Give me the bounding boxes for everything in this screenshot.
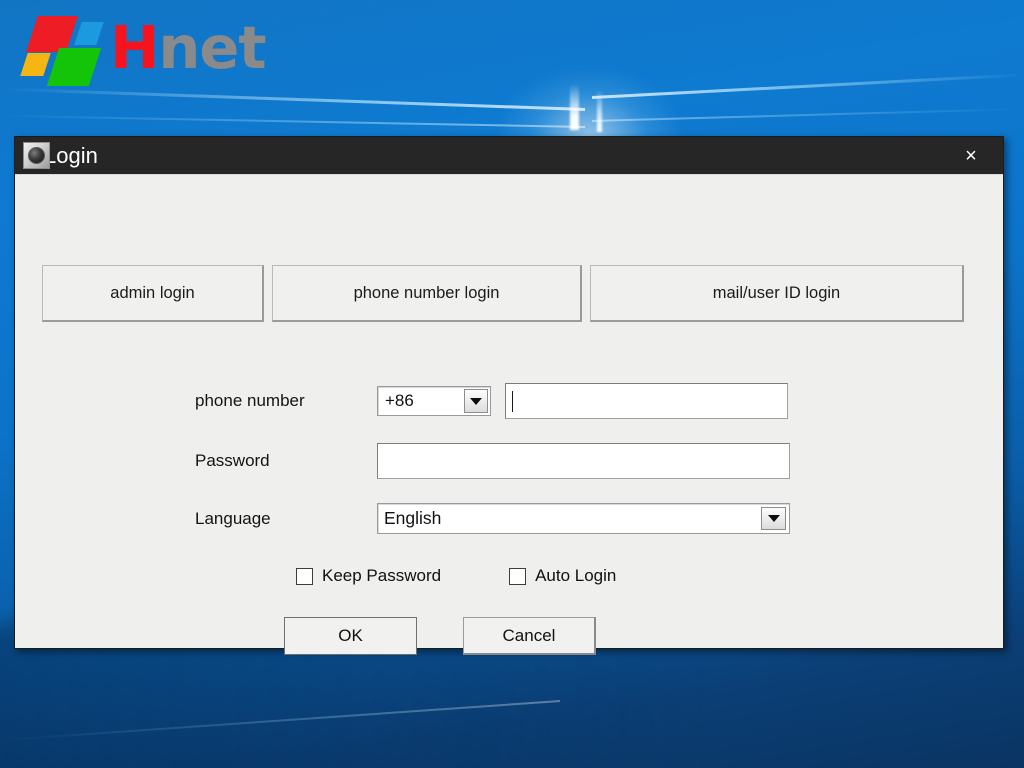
wallpaper-light-beam — [0, 115, 585, 128]
keep-password-checkbox[interactable]: Keep Password — [296, 566, 441, 586]
phone-number-row: phone number +86 — [195, 383, 788, 419]
cancel-button[interactable]: Cancel — [463, 617, 596, 655]
chevron-down-icon[interactable] — [464, 389, 488, 413]
dialog-action-buttons: OK Cancel — [284, 617, 596, 655]
auto-login-checkbox[interactable]: Auto Login — [509, 566, 616, 586]
phone-number-input[interactable] — [505, 383, 788, 419]
keep-password-label: Keep Password — [322, 566, 441, 586]
chevron-down-icon[interactable] — [761, 507, 786, 530]
wallpaper-light-slit — [570, 84, 579, 130]
checkbox-box-icon[interactable] — [509, 568, 526, 585]
login-dialog: Login × admin login phone number login m… — [14, 136, 1004, 649]
tab-admin-login[interactable]: admin login — [42, 265, 264, 322]
logo-yellow-tile-icon — [20, 53, 50, 76]
checkbox-box-icon[interactable] — [296, 568, 313, 585]
country-code-value: +86 — [378, 391, 414, 411]
language-label: Language — [195, 509, 377, 529]
dialog-body: admin login phone number login mail/user… — [15, 174, 1003, 648]
dialog-title-bar: Login × — [15, 137, 1003, 174]
phone-number-label: phone number — [195, 391, 377, 411]
desktop-background: Hnet Login × admin login phone number lo… — [0, 0, 1024, 768]
tab-phone-number-login[interactable]: phone number login — [272, 265, 582, 322]
logo-wordmark-primary: H — [110, 13, 158, 82]
password-input[interactable] — [377, 443, 790, 479]
camera-lens-icon — [23, 142, 50, 169]
hnet-logo: Hnet — [22, 8, 312, 90]
logo-wordmark-secondary: net — [158, 13, 265, 82]
wallpaper-light-slit — [597, 90, 602, 132]
logo-blue-tile-icon — [74, 22, 103, 45]
country-code-dropdown[interactable]: +86 — [377, 386, 491, 416]
ok-button[interactable]: OK — [284, 617, 417, 655]
tab-mail-user-id-login[interactable]: mail/user ID login — [590, 265, 964, 322]
password-row: Password — [195, 443, 790, 479]
logo-red-tile-icon — [26, 16, 78, 52]
logo-wordmark: Hnet — [110, 10, 266, 86]
logo-green-tile-icon — [47, 48, 101, 86]
login-mode-tabs: admin login phone number login mail/user… — [42, 265, 964, 322]
dialog-title: Login — [44, 143, 98, 169]
close-icon[interactable]: × — [939, 137, 1003, 174]
text-caret — [512, 391, 513, 412]
login-options: Keep Password Auto Login — [296, 566, 616, 586]
language-value: English — [378, 508, 441, 529]
password-label: Password — [195, 451, 377, 471]
auto-login-label: Auto Login — [535, 566, 616, 586]
wallpaper-light-beam — [0, 88, 585, 111]
language-row: Language English — [195, 503, 790, 534]
language-dropdown[interactable]: English — [377, 503, 790, 534]
